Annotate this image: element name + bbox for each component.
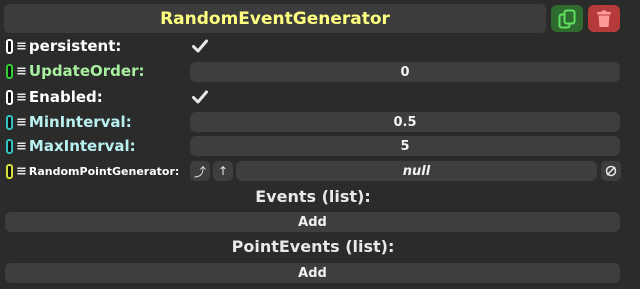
drag-handle-icon[interactable]: ≡ — [16, 64, 27, 79]
scrollbar[interactable] — [630, 0, 640, 289]
checkmark-icon — [192, 90, 208, 104]
component-title: RandomEventGenerator — [4, 4, 546, 33]
delete-button[interactable] — [588, 5, 620, 32]
field-row-random-point-generator: ≡ RandomPointGenerator: — [0, 160, 179, 182]
events-list-title: Events (list): — [255, 186, 371, 206]
field-row-max-interval: ≡ MaxInterval: — [0, 135, 136, 157]
field-label-random-point-generator: RandomPointGenerator: — [28, 164, 180, 178]
connector-icon[interactable] — [6, 114, 13, 130]
duplicate-icon — [558, 9, 576, 28]
drag-handle-icon[interactable]: ≡ — [16, 139, 27, 154]
field-label-min-interval: MinInterval: — [28, 113, 132, 131]
connector-icon[interactable] — [6, 138, 13, 154]
drag-handle-icon[interactable]: ≡ — [16, 39, 27, 54]
field-label-persistent: persistent: — [28, 37, 122, 55]
events-add-button[interactable]: Add — [5, 212, 620, 232]
field-row-min-interval: ≡ MinInterval: — [0, 111, 132, 133]
clear-null-icon — [605, 165, 617, 177]
checkmark-icon — [192, 39, 208, 53]
field-label-max-interval: MaxInterval: — [28, 137, 136, 155]
persistent-checkbox[interactable] — [190, 36, 210, 56]
random-point-generator-reference[interactable]: null — [236, 161, 597, 181]
field-label-enabled: Enabled: — [28, 88, 103, 106]
field-row-update-order: ≡ UpdateOrder: — [0, 60, 144, 82]
up-arrow-icon: ↑ — [217, 164, 229, 178]
jump-arrow-icon: ⤴ — [193, 164, 206, 179]
point-events-add-button[interactable]: Add — [5, 263, 620, 283]
drag-handle-icon[interactable]: ≡ — [16, 164, 27, 179]
drag-handle-icon[interactable]: ≡ — [16, 90, 27, 105]
select-parent-button[interactable]: ↑ — [213, 161, 233, 181]
connector-icon[interactable] — [6, 63, 13, 79]
update-order-input[interactable]: 0 — [190, 62, 620, 82]
field-label-update-order: UpdateOrder: — [28, 62, 145, 80]
max-interval-input[interactable]: 5 — [190, 136, 620, 156]
enabled-checkbox[interactable] — [190, 87, 210, 107]
point-events-list-title: PointEvents (list): — [231, 236, 395, 256]
connector-icon[interactable] — [6, 38, 13, 54]
connector-icon[interactable] — [6, 163, 13, 179]
drag-handle-icon[interactable]: ≡ — [16, 115, 27, 130]
clear-reference-button[interactable] — [601, 161, 621, 181]
field-row-persistent: ≡ persistent: — [0, 35, 121, 57]
connector-icon[interactable] — [6, 89, 13, 105]
field-row-enabled: ≡ Enabled: — [0, 86, 103, 108]
min-interval-input[interactable]: 0.5 — [190, 112, 620, 132]
duplicate-button[interactable] — [551, 5, 583, 32]
jump-to-reference-button[interactable]: ⤴ — [190, 161, 210, 181]
trash-icon — [597, 10, 611, 27]
